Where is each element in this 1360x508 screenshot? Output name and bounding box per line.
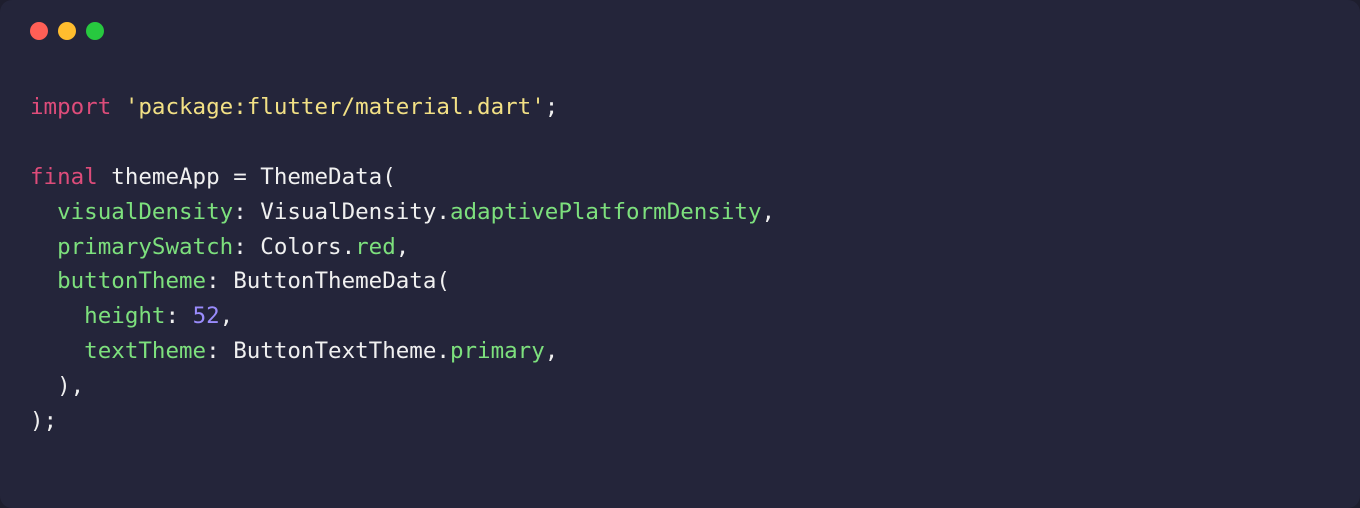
punct: , [396, 234, 410, 260]
member: adaptivePlatformDensity [450, 199, 762, 225]
punct: : [165, 303, 192, 329]
punct: : [233, 234, 260, 260]
traffic-lights [0, 0, 1360, 40]
call: ThemeData( [260, 164, 395, 190]
param: textTheme [30, 338, 206, 364]
punct: , [545, 338, 559, 364]
code-block: import 'package:flutter/material.dart'; … [0, 40, 1360, 469]
punct: , [220, 303, 234, 329]
number: 52 [193, 303, 220, 329]
close-icon[interactable] [30, 22, 48, 40]
punct: ; [545, 94, 559, 120]
param: buttonTheme [30, 268, 206, 294]
punct: , [762, 199, 776, 225]
punct: : [206, 268, 233, 294]
value: VisualDensity. [260, 199, 450, 225]
member: primary [450, 338, 545, 364]
punct: ), [30, 373, 84, 399]
punct: ); [30, 408, 57, 434]
param: visualDensity [30, 199, 233, 225]
punct: : [206, 338, 233, 364]
call: ButtonThemeData( [233, 268, 450, 294]
param: primarySwatch [30, 234, 233, 260]
identifier: themeApp [98, 164, 233, 190]
punct: : [233, 199, 260, 225]
param: height [30, 303, 165, 329]
minimize-icon[interactable] [58, 22, 76, 40]
keyword-import: import [30, 94, 111, 120]
string-literal: 'package:flutter/material.dart' [125, 94, 545, 120]
keyword-final: final [30, 164, 98, 190]
value: Colors. [260, 234, 355, 260]
value: ButtonTextTheme. [233, 338, 450, 364]
maximize-icon[interactable] [86, 22, 104, 40]
code-window: import 'package:flutter/material.dart'; … [0, 0, 1360, 508]
member: red [355, 234, 396, 260]
punct: = [233, 164, 260, 190]
